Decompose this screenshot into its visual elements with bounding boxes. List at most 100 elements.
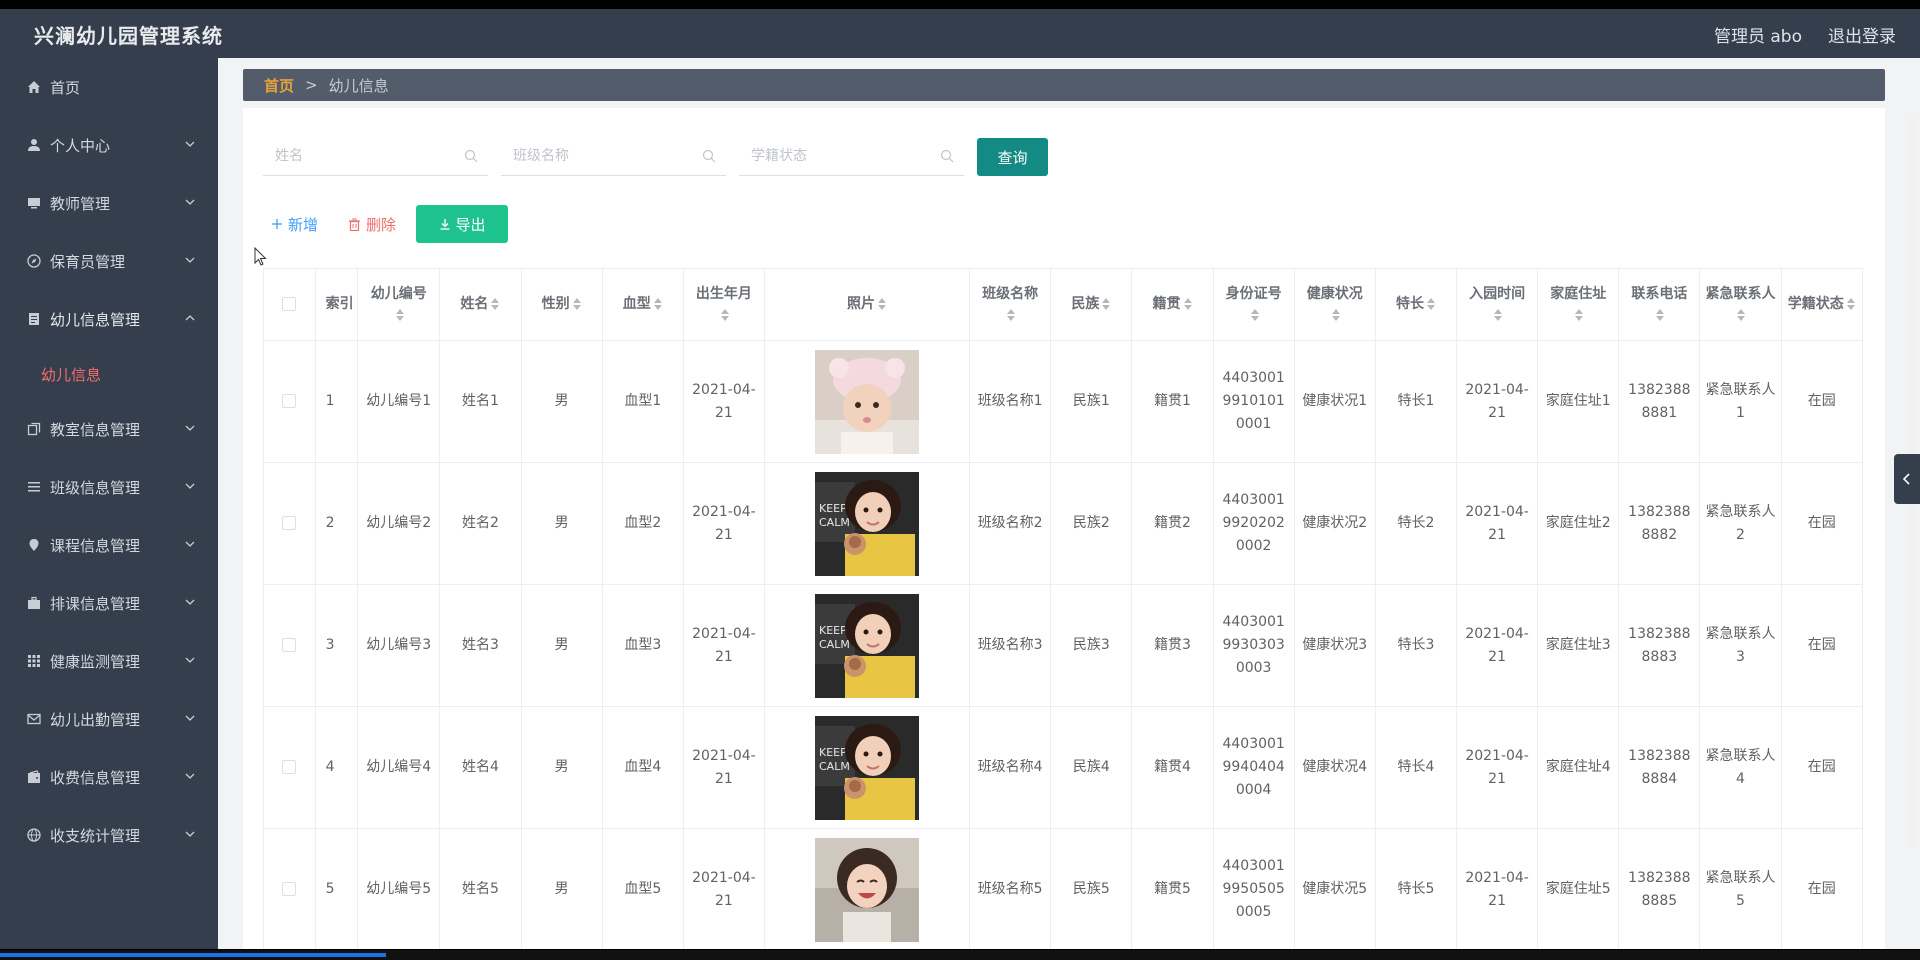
class-search-input[interactable]: [501, 138, 726, 174]
side-panel-toggle[interactable]: [1894, 454, 1920, 504]
sort-icon[interactable]: [572, 298, 582, 310]
chevron-down-icon: [185, 599, 195, 605]
header-label: 出生年月: [695, 285, 752, 302]
name-search-input[interactable]: [263, 138, 488, 174]
sidebar-item-fees[interactable]: 收费信息管理: [0, 748, 218, 806]
sort-icon[interactable]: [1250, 308, 1260, 321]
row-checkbox[interactable]: [282, 882, 297, 896]
sort-icon[interactable]: [1737, 308, 1746, 321]
header-phone[interactable]: 联系电话: [1618, 268, 1701, 341]
header-address[interactable]: 家庭住址: [1537, 268, 1620, 341]
sidebar-item-courses[interactable]: 课程信息管理: [0, 516, 218, 574]
sidebar-item-home[interactable]: 首页: [0, 58, 218, 116]
row-checkbox[interactable]: [282, 394, 297, 408]
header-id-no[interactable]: 身份证号: [1213, 268, 1295, 341]
sidebar-item-child-info-mgmt[interactable]: 幼儿信息管理: [0, 290, 218, 348]
sidebar-item-health[interactable]: 健康监测管理: [0, 632, 218, 690]
cell-class-name: 班级名称5: [969, 828, 1052, 949]
sort-icon[interactable]: [1846, 298, 1856, 310]
chevron-down-icon: [185, 257, 195, 263]
sort-icon[interactable]: [1426, 298, 1436, 310]
sidebar-item-attendance[interactable]: 幼儿出勤管理: [0, 690, 218, 748]
cell-native: 籍贯2: [1131, 462, 1214, 585]
cell-status: 在园: [1781, 828, 1863, 949]
cell-specialty: 特长5: [1375, 828, 1458, 949]
row-checkbox[interactable]: [282, 760, 297, 774]
header-enroll[interactable]: 入园时间: [1456, 268, 1539, 341]
row-checkbox[interactable]: [282, 516, 297, 530]
header-status[interactable]: 学籍状态: [1781, 268, 1863, 341]
list-icon: [26, 479, 42, 495]
row-checkbox[interactable]: [282, 638, 297, 652]
cell-native: 籍贯3: [1131, 584, 1214, 707]
search-icon: [702, 149, 716, 163]
sort-icon[interactable]: [395, 308, 405, 321]
photo-girl-laughing[interactable]: [815, 837, 919, 942]
sort-icon[interactable]: [720, 308, 730, 321]
sidebar-item-nurses[interactable]: 保育员管理: [0, 232, 218, 290]
sidebar-subitem-child-info[interactable]: 幼儿信息: [0, 348, 218, 400]
sort-icon[interactable]: [1183, 298, 1193, 310]
sort-icon[interactable]: [491, 298, 500, 310]
sidebar-item-classrooms[interactable]: 教室信息管理: [0, 400, 218, 458]
sort-icon[interactable]: [1656, 308, 1665, 321]
photo-girl-doll[interactable]: KEEPCALM: [815, 715, 919, 820]
header-select-all: [264, 268, 316, 341]
export-button[interactable]: 导出: [416, 205, 509, 243]
sidebar-item-finance-stats[interactable]: 收支统计管理: [0, 806, 218, 864]
header-label: 联系电话: [1631, 285, 1688, 302]
cell-index: 3: [315, 584, 359, 707]
svg-text:CALM: CALM: [819, 638, 850, 651]
cell-index: 1: [315, 340, 359, 463]
sidebar-item-classes[interactable]: 班级信息管理: [0, 458, 218, 516]
sidebar-item-scheduling[interactable]: 排课信息管理: [0, 574, 218, 632]
cell-photo: [764, 340, 971, 463]
table-header-row: 索引 幼儿编号 姓名 性别 血型 出生年月 照片 班级名称 民族 籍贯 身份证号…: [264, 268, 1863, 341]
cell-specialty: 特长1: [1375, 340, 1458, 463]
sidebar-item-label: 收费信息管理: [50, 768, 141, 787]
sidebar-item-teachers[interactable]: 教师管理: [0, 174, 218, 232]
search-icon: [940, 149, 954, 163]
sidebar-item-personal[interactable]: 个人中心: [0, 116, 218, 174]
header-child-no[interactable]: 幼儿编号: [357, 268, 441, 341]
add-button[interactable]: 新增: [271, 205, 318, 243]
sort-icon[interactable]: [1331, 308, 1341, 321]
header-health[interactable]: 健康状况: [1294, 268, 1376, 341]
cell-health: 健康状况3: [1294, 584, 1376, 707]
header-birth[interactable]: 出生年月: [683, 268, 765, 341]
breadcrumb-home[interactable]: 首页: [264, 75, 294, 96]
sort-icon[interactable]: [878, 298, 887, 310]
logout-link[interactable]: 退出登录: [1828, 22, 1896, 47]
status-search-input[interactable]: [739, 138, 964, 174]
cell-ethnicity: 民族4: [1050, 706, 1133, 829]
cell-birth: 2021-04-21: [683, 340, 765, 463]
photo-girl-doll[interactable]: KEEPCALM: [815, 471, 919, 576]
query-button[interactable]: 查询: [977, 138, 1048, 176]
cell-native: 籍贯1: [1131, 340, 1214, 463]
photo-girl-hat[interactable]: [815, 349, 919, 454]
top-right-area: 管理员 abo 退出登录: [1714, 22, 1896, 47]
cell-blood: 血型3: [602, 584, 684, 707]
header-specialty[interactable]: 特长: [1375, 268, 1458, 341]
sort-icon[interactable]: [653, 298, 663, 310]
sort-icon[interactable]: [1494, 308, 1503, 321]
header-name[interactable]: 姓名: [439, 268, 522, 341]
header-class-name[interactable]: 班级名称: [969, 268, 1052, 341]
export-button-label: 导出: [455, 215, 486, 234]
sort-icon[interactable]: [1575, 308, 1584, 321]
header-gender[interactable]: 性别: [521, 268, 603, 341]
wallet-icon: [26, 769, 42, 785]
delete-button[interactable]: 删除: [348, 205, 396, 243]
header-native[interactable]: 籍贯: [1131, 268, 1214, 341]
header-blood[interactable]: 血型: [602, 268, 684, 341]
header-photo[interactable]: 照片: [764, 268, 971, 341]
select-all-checkbox[interactable]: [282, 297, 297, 311]
header-label: 籍贯: [1152, 296, 1181, 312]
header-ethnicity[interactable]: 民族: [1050, 268, 1133, 341]
sort-icon[interactable]: [1102, 298, 1111, 310]
header-emergency[interactable]: 紧急联系人: [1699, 268, 1782, 341]
document-icon: [26, 311, 42, 327]
table-row: 1 幼儿编号1 姓名1 男血型1 2021-04-21 班级名称1 民族1 籍贯1 440300…: [264, 340, 1863, 463]
photo-girl-doll[interactable]: KEEPCALM: [815, 593, 919, 698]
sort-icon[interactable]: [1007, 308, 1016, 321]
